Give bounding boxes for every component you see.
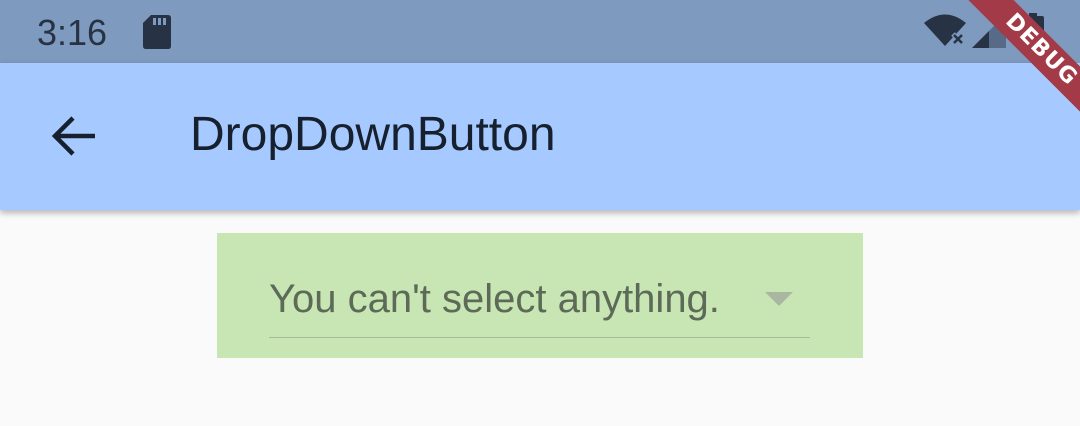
dropdown-underline (269, 337, 810, 338)
back-button[interactable] (30, 92, 118, 180)
dropdown-hint: You can't select anything. (269, 277, 720, 321)
sd-card-icon (143, 15, 171, 54)
status-time: 3:16 (37, 12, 108, 53)
dropdown-arrow-icon (765, 292, 793, 311)
debug-label: DEBUG (962, 0, 1080, 129)
dropdown-container: You can't select anything. (217, 233, 863, 358)
app-bar: DropDownButton (0, 63, 1080, 210)
debug-banner: DEBUG (950, 0, 1080, 130)
arrow-back-icon (51, 116, 95, 156)
page-title: DropDownButton (190, 108, 556, 161)
dropdown-button[interactable]: You can't select anything. (269, 267, 810, 338)
status-bar: 3:16 (0, 0, 1080, 63)
